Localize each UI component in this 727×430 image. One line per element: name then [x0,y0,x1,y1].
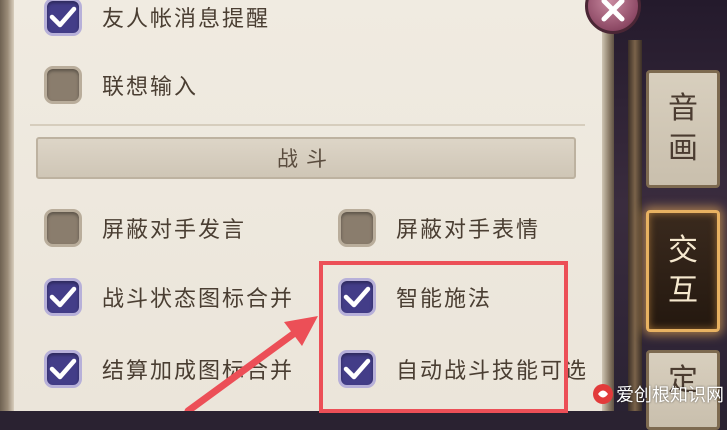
tab-interaction[interactable]: 交 互 [646,210,720,332]
tab-audio-visual[interactable]: 音 画 [646,70,720,188]
panel-right-border [602,0,614,411]
tab-label-top: 音 [668,91,698,126]
checkmark-icon [49,286,77,308]
setting-friend-message-reminder[interactable]: 友人帐消息提醒 [44,0,270,36]
section-header-battle: 战斗 [36,137,576,179]
watermark-logo-icon [593,384,613,404]
setting-label: 屏蔽对手发言 [102,218,247,243]
tab-label-bottom: 互 [668,273,698,308]
setting-label: 友人帐消息提醒 [102,7,271,32]
checkmark-icon [49,358,77,380]
close-icon [601,0,625,22]
setting-mute-opponent-emotes[interactable]: 屏蔽对手表情 [338,209,540,247]
setting-label: 战斗状态图标合并 [102,287,295,312]
watermark: 爱创根知识网 [592,380,724,408]
setting-mute-opponent-chat[interactable]: 屏蔽对手发言 [44,209,246,247]
setting-merge-battle-status-icons[interactable]: 战斗状态图标合并 [44,278,294,316]
tab-label-bottom: 画 [668,131,698,166]
setting-associative-input[interactable]: 联想输入 [44,66,198,104]
checkbox-checked[interactable] [44,350,82,388]
side-nav-rail [628,40,642,411]
setting-label: 结算加成图标合并 [102,359,295,384]
checkmark-icon [49,6,77,28]
setting-merge-settlement-bonus-icons[interactable]: 结算加成图标合并 [44,350,294,388]
tab-label-top: 交 [668,233,698,268]
panel-left-border [0,0,14,411]
setting-label: 屏蔽对手表情 [396,218,541,243]
setting-label: 联想输入 [102,75,199,100]
checkbox-checked[interactable] [44,278,82,316]
checkbox-unchecked[interactable] [338,209,376,247]
divider [30,124,585,126]
checkbox-checked[interactable] [44,0,82,36]
checkbox-unchecked[interactable] [44,66,82,104]
highlight-box [319,261,568,413]
checkbox-unchecked[interactable] [44,209,82,247]
section-title: 战斗 [277,147,335,171]
watermark-text: 爱创根知识网 [616,385,724,406]
